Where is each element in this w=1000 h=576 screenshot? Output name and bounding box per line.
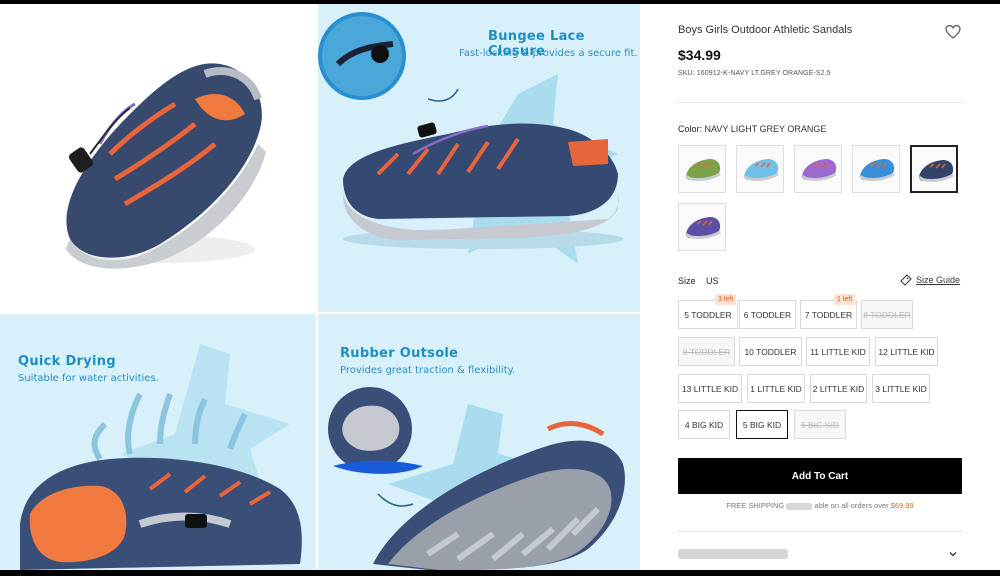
wishlist-heart-icon[interactable] (945, 24, 961, 40)
divider (678, 102, 962, 103)
divider (678, 531, 962, 532)
chevron-down-icon (949, 552, 957, 557)
size-option[interactable]: 12 LITTLE KID (875, 337, 938, 366)
color-swatch-navy-purple[interactable] (678, 203, 726, 251)
sandal-thumbnail-icon (684, 159, 721, 181)
redacted-accordion-title (678, 549, 788, 559)
shipping-prefix: FREE SHIPPING (726, 501, 785, 510)
color-swatch-navy-grey-orange[interactable] (910, 145, 958, 193)
bungee-subtitle: Fast-locking & provides a secure fit. (459, 48, 638, 59)
shipping-amount: $69.99 (890, 501, 914, 510)
product-sku: SKU: 160912-K-NAVY LT.GREY ORANGE-S2.5 (678, 70, 831, 77)
stock-badge: 3 left (715, 294, 737, 305)
outsole-subtitle: Provides great traction & flexibility. (340, 365, 516, 376)
size-option[interactable]: 13 LITTLE KID (678, 374, 742, 403)
size-option: 9 TODDLER (678, 337, 735, 366)
sandal-illustration (65, 63, 266, 269)
outsole-title: Rubber Outsole (340, 346, 459, 361)
product-image-gallery: Bungee Lace Closure Fast-locking & provi… (0, 4, 640, 570)
sandal-thumbnail-icon (684, 217, 721, 239)
sandal-thumbnail-icon (800, 159, 837, 181)
selected-color-name: NAVY LIGHT GREY ORANGE (704, 124, 827, 134)
size-option[interactable]: 3 LITTLE KID (872, 374, 930, 403)
product-title: Boys Girls Outdoor Athletic Sandals (678, 24, 853, 36)
size-option: 6 BIG KID (794, 410, 846, 439)
size-guide-link[interactable]: Size Guide (916, 275, 960, 285)
product-details-panel: Boys Girls Outdoor Athletic Sandals $34.… (640, 4, 1000, 570)
drying-title: Quick Drying (18, 354, 116, 369)
stock-badge: 1 left (834, 294, 856, 305)
sandal-thumbnail-icon (858, 159, 895, 181)
color-label: Color: NAVY LIGHT GREY ORANGE (678, 124, 826, 134)
color-swatch-green[interactable] (678, 145, 726, 193)
redacted-text (786, 502, 813, 510)
add-to-cart-button[interactable]: Add To Cart (678, 458, 962, 494)
shipping-note: FREE SHIPPING able on all orders over $6… (678, 501, 962, 510)
gallery-image-drying[interactable]: Quick Drying Suitable for water activiti… (0, 314, 316, 570)
details-accordion[interactable] (678, 541, 962, 567)
size-option[interactable]: 6 TODDLER (739, 300, 796, 329)
size-option: 8 TODDLER (861, 300, 913, 329)
gallery-image-bungee[interactable]: Bungee Lace Closure Fast-locking & provi… (318, 4, 640, 312)
drying-illustration (20, 344, 302, 570)
color-label-text: Color: (678, 124, 703, 134)
sandal-thumbnail-icon (917, 160, 954, 182)
drying-subtitle: Suitable for water activities. (18, 373, 159, 384)
color-swatch-purple[interactable] (794, 145, 842, 193)
shipping-middle: able on all orders over (814, 501, 889, 510)
color-swatch-blue-green[interactable] (852, 145, 900, 193)
gallery-image-main[interactable] (0, 4, 316, 312)
gallery-image-outsole[interactable]: Rubber Outsole Provides great traction &… (318, 314, 640, 570)
size-option[interactable]: 2 LITTLE KID (810, 374, 867, 403)
size-option[interactable]: 5 BIG KID (736, 410, 788, 439)
size-option[interactable]: 10 TODDLER (739, 337, 802, 366)
size-unit: US (706, 276, 719, 286)
size-label: Size US (678, 276, 719, 286)
product-price: $34.99 (678, 47, 721, 63)
ruler-tag-icon (900, 274, 912, 286)
color-swatch-light-blue[interactable] (736, 145, 784, 193)
size-option[interactable]: 1 LITTLE KID (747, 374, 805, 403)
sandal-thumbnail-icon (742, 159, 779, 181)
size-option[interactable]: 11 LITTLE KID (806, 337, 870, 366)
size-option[interactable]: 4 BIG KID (678, 410, 730, 439)
size-label-text: Size (678, 276, 696, 286)
